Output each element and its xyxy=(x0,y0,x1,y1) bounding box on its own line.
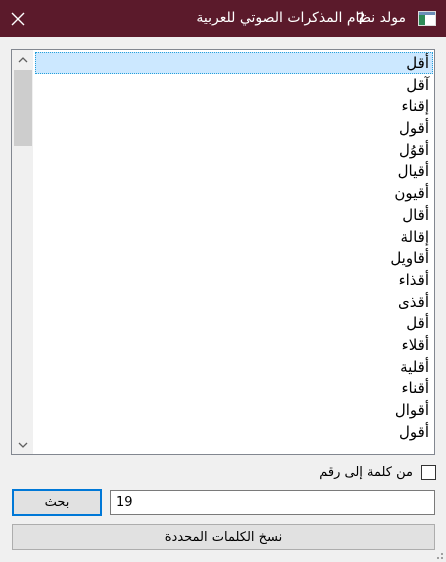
scrollbar-thumb[interactable] xyxy=(14,70,32,146)
list-item[interactable]: أقال xyxy=(35,204,433,226)
list-item[interactable]: أقلاء xyxy=(35,334,433,356)
chevron-up-icon xyxy=(18,56,27,62)
scroll-up-button[interactable] xyxy=(12,50,33,68)
title-bar: ? مولد نظام المذكرات الصوتي للعربية xyxy=(0,0,446,37)
app-icon xyxy=(418,11,436,26)
list-item[interactable]: أقول xyxy=(35,421,433,443)
close-button[interactable] xyxy=(0,0,36,37)
resize-grip-icon[interactable] xyxy=(434,550,444,560)
word-to-number-option[interactable]: من كلمة إلى رقم xyxy=(300,462,436,482)
copy-selected-button[interactable]: نسخ الكلمات المحددة xyxy=(12,524,435,550)
close-icon xyxy=(11,12,25,25)
chevron-down-icon xyxy=(18,442,27,448)
search-button[interactable]: بحث xyxy=(12,489,102,516)
word-to-number-checkbox[interactable] xyxy=(421,464,436,480)
vertical-scrollbar[interactable] xyxy=(12,50,33,454)
list-item[interactable]: أقلية xyxy=(35,356,433,378)
word-list-items: أقل آقل إقناء أقول أقوُل أقيال أقيون أقال إقالة أ… xyxy=(35,52,433,442)
list-item[interactable]: أقيال xyxy=(35,160,433,182)
list-item[interactable]: آقل xyxy=(35,74,433,96)
number-input[interactable]: 19 xyxy=(110,490,435,515)
list-item[interactable]: أقناء xyxy=(35,377,433,399)
list-item[interactable]: إقناء xyxy=(35,95,433,117)
window-title: مولد نظام المذكرات الصوتي للعربية xyxy=(196,10,406,26)
scroll-down-button[interactable] xyxy=(12,436,33,454)
list-item[interactable]: أقاويل xyxy=(35,247,433,269)
list-item[interactable]: أقذاء xyxy=(35,269,433,291)
list-item[interactable]: أقل xyxy=(35,52,433,74)
list-item[interactable]: أقوُل xyxy=(35,139,433,161)
list-item[interactable]: أقوال xyxy=(35,399,433,421)
list-item[interactable]: أقذى xyxy=(35,291,433,313)
list-item[interactable]: أقول xyxy=(35,117,433,139)
word-list[interactable]: أقل آقل إقناء أقول أقوُل أقيال أقيون أقال إقالة أ… xyxy=(11,49,435,455)
list-item[interactable]: أقيون xyxy=(35,182,433,204)
list-item[interactable]: إقالة xyxy=(35,226,433,248)
word-to-number-label: من كلمة إلى رقم xyxy=(319,464,413,480)
list-item[interactable]: أقل xyxy=(35,312,433,334)
